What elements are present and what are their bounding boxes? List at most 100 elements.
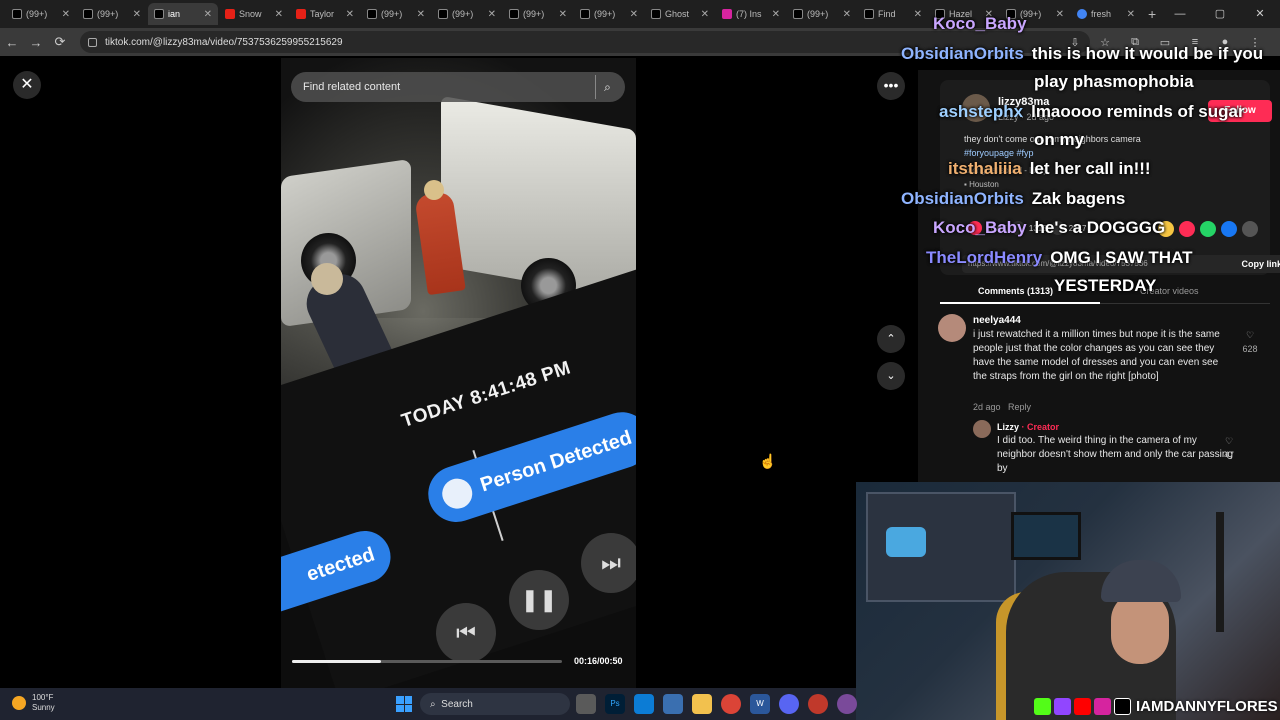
mic-arm xyxy=(1216,512,1224,632)
prev-icon: ⏮ xyxy=(436,603,496,663)
browser-tab[interactable]: (99+) ✕ xyxy=(432,3,502,25)
close-tab-icon[interactable]: ✕ xyxy=(62,9,70,20)
browser-tab[interactable]: (99+) ✕ xyxy=(574,3,644,25)
reply-button[interactable]: Reply xyxy=(1008,402,1031,412)
chat-username: Koco_Baby xyxy=(933,218,1027,237)
comment-like[interactable]: ♡ 628 xyxy=(1240,328,1260,356)
chat-text: on my xyxy=(1034,130,1085,149)
weather-widget[interactable]: 100°F Sunny xyxy=(12,693,55,713)
chat-username: TheLordHenry xyxy=(926,248,1043,267)
file-explorer-icon[interactable] xyxy=(692,694,712,714)
app-icon[interactable] xyxy=(808,694,828,714)
youtube-icon xyxy=(225,9,235,19)
app-icon[interactable] xyxy=(837,694,857,714)
close-tab-icon[interactable]: ✕ xyxy=(630,9,638,20)
close-tab-icon[interactable]: ✕ xyxy=(772,9,780,20)
close-tab-icon[interactable]: ✕ xyxy=(417,9,425,20)
chat-message: TheLordHenry OMG I SAW THAT xyxy=(926,248,1192,268)
pause-icon: ❚❚ xyxy=(509,570,569,630)
avatar[interactable] xyxy=(973,420,991,438)
site-info-icon[interactable] xyxy=(88,37,97,47)
close-tab-icon[interactable]: ✕ xyxy=(346,9,354,20)
browser-tab[interactable]: ian ✕ xyxy=(148,3,218,25)
blue-figure xyxy=(886,527,926,557)
related-search-input[interactable]: Find related content ⌕ xyxy=(291,72,625,102)
browser-tab[interactable]: Snow ✕ xyxy=(219,3,289,25)
person-icon xyxy=(438,474,477,513)
discord-icon[interactable] xyxy=(779,694,799,714)
browser-tab[interactable]: Taylor ✕ xyxy=(290,3,360,25)
related-search-placeholder: Find related content xyxy=(303,81,401,93)
tab-title: (99+) xyxy=(97,9,119,19)
reply-text: I did too. The weird thing in the camera… xyxy=(997,435,1233,474)
tab-title: Ghost xyxy=(665,9,690,19)
tiktok-icon xyxy=(12,9,22,19)
tiktok-icon xyxy=(154,9,164,19)
close-tab-icon[interactable]: ✕ xyxy=(133,9,141,20)
video-time: 00:16/00:50 xyxy=(574,656,623,666)
close-tab-icon[interactable]: ✕ xyxy=(701,9,709,20)
taskbar-search-label: Search xyxy=(441,698,473,710)
task-view-icon[interactable] xyxy=(576,694,596,714)
start-button[interactable] xyxy=(396,696,412,712)
word-icon[interactable]: W xyxy=(750,694,770,714)
figure-head xyxy=(311,263,343,295)
next-video-button[interactable]: ⌄ xyxy=(877,362,905,390)
chat-message: Koco_Baby he's a DOGGGG xyxy=(933,218,1165,238)
avatar[interactable] xyxy=(938,314,966,342)
chat-username: itsthaliiia xyxy=(948,159,1022,178)
reply-like[interactable]: ♡ 47 xyxy=(1219,434,1239,462)
figure-head xyxy=(424,180,444,200)
tiktok-icon xyxy=(864,9,874,19)
browser-tab[interactable]: (99+) ✕ xyxy=(6,3,76,25)
twitch-icon xyxy=(1054,697,1071,715)
kick-icon xyxy=(1034,697,1051,715)
browser-tab[interactable]: (7) Ins ✕ xyxy=(716,3,786,25)
chat-message: on my xyxy=(1034,130,1084,150)
video-progress-bar[interactable] xyxy=(292,660,562,663)
taskbar-search[interactable]: ⌕ Search xyxy=(420,693,570,715)
browser-tab[interactable]: (99+) ✕ xyxy=(787,3,857,25)
search-icon[interactable]: ⌕ xyxy=(595,75,619,99)
comment-age: 2d ago xyxy=(973,402,1001,412)
close-tab-icon[interactable]: ✕ xyxy=(275,9,283,20)
chat-message: YESTERDAY xyxy=(1054,276,1156,296)
browser-tab[interactable]: (99+) ✕ xyxy=(503,3,573,25)
chrome-icon[interactable] xyxy=(721,694,741,714)
photoshop-icon[interactable]: Ps xyxy=(605,694,625,714)
video-player[interactable]: TODAY 8:41:48 PM Person Detected etected… xyxy=(281,58,636,688)
browser-tab[interactable]: (99+) ✕ xyxy=(361,3,431,25)
comment-username[interactable]: neelya444 xyxy=(973,314,1021,328)
close-video-button[interactable]: ✕ xyxy=(13,71,41,99)
chat-username: ashstephx xyxy=(939,102,1024,121)
store-icon[interactable] xyxy=(663,694,683,714)
tiktok-icon xyxy=(367,9,377,19)
back-icon[interactable]: ← xyxy=(0,35,24,50)
close-tab-icon[interactable]: ✕ xyxy=(559,9,567,20)
windows-taskbar: 100°F Sunny ⌕ Search Ps W xyxy=(0,688,857,720)
close-tab-icon[interactable]: ✕ xyxy=(843,9,851,20)
browser-tab[interactable]: (99+) ✕ xyxy=(77,3,147,25)
instagram-icon xyxy=(1094,697,1111,715)
close-tab-icon[interactable]: ✕ xyxy=(488,9,496,20)
streamer-cap xyxy=(1101,560,1181,602)
youtube-icon xyxy=(1074,697,1091,715)
chat-text: let her call in!!! xyxy=(1029,159,1151,178)
previous-video-button[interactable]: ⌃ xyxy=(877,325,905,353)
reply-item: Lizzy · Creator I did too. The weird thi… xyxy=(973,420,1273,480)
chat-text: OMG I SAW THAT xyxy=(1050,248,1193,267)
comment-text: i just rewatched it a million times but … xyxy=(973,329,1220,382)
edge-icon[interactable] xyxy=(634,694,654,714)
reload-icon[interactable]: ⟳ xyxy=(48,34,72,50)
reply-like-count: 47 xyxy=(1223,450,1234,460)
reply-username[interactable]: Lizzy · Creator xyxy=(997,420,1059,434)
chat-text: this is how it would be if you xyxy=(1031,44,1264,63)
browser-tab[interactable]: Ghost ✕ xyxy=(645,3,715,25)
reply-user: Lizzy xyxy=(997,422,1020,432)
chat-message: ObsidianOrbits Zak bagens xyxy=(901,189,1125,209)
comment-meta: 2d ago Reply xyxy=(973,400,1031,414)
close-tab-icon[interactable]: ✕ xyxy=(204,9,212,20)
chat-text: he's a DOGGGG xyxy=(1034,218,1166,237)
mouse-cursor: ☝ xyxy=(759,453,777,469)
forward-icon[interactable]: → xyxy=(24,35,48,50)
